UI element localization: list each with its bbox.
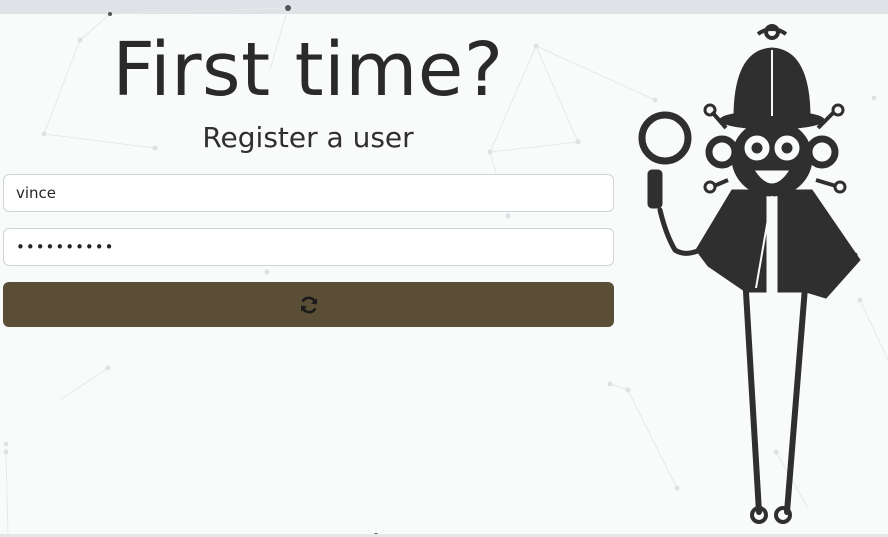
username-input[interactable] <box>3 174 614 212</box>
page-subtitle: Register a user <box>202 121 414 154</box>
detective-monkey-mascot <box>638 24 861 524</box>
register-button[interactable] <box>3 282 614 327</box>
page-title: First time? <box>112 27 504 113</box>
password-input[interactable] <box>3 228 614 266</box>
refresh-icon <box>300 296 317 313</box>
